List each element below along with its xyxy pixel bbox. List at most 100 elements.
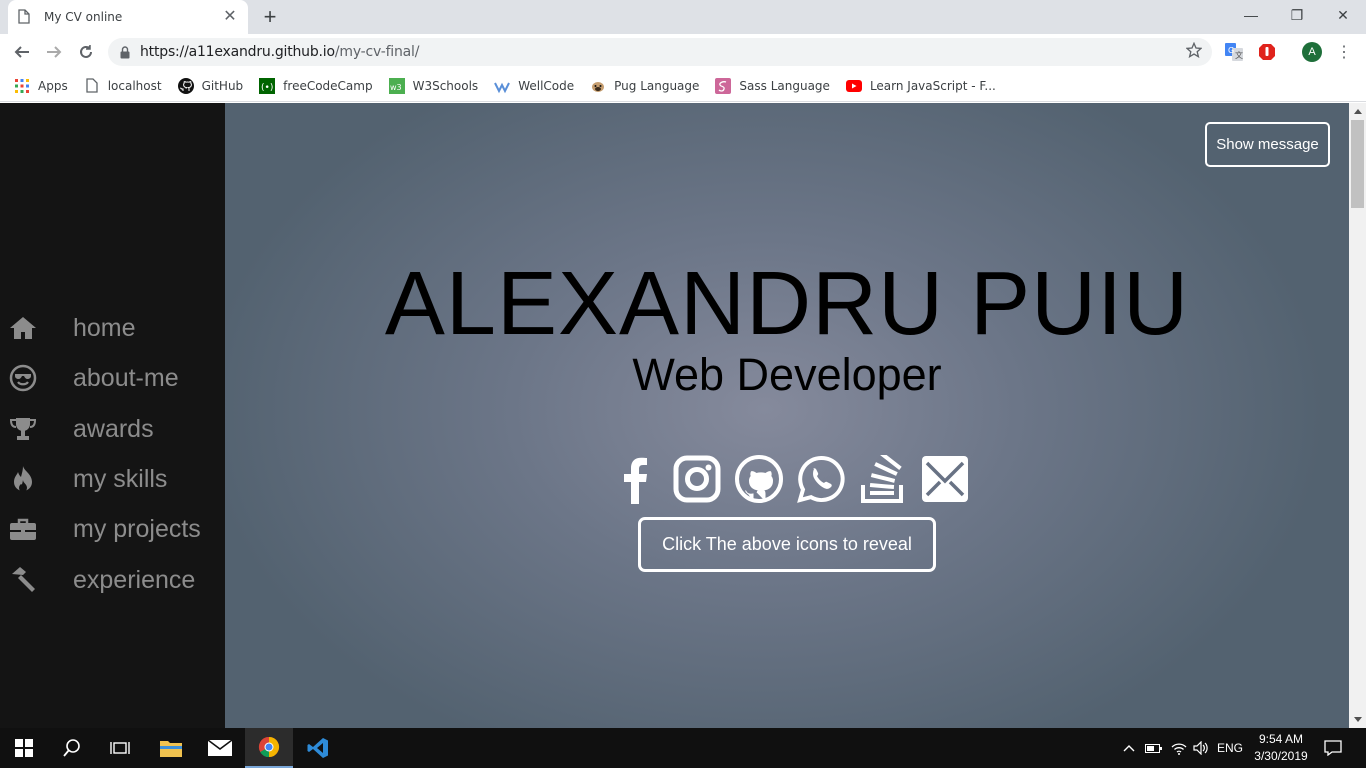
bookmark-label: Apps [38,78,68,93]
battery-icon[interactable] [1143,728,1165,768]
tab-strip: My CV online ✕ + — ❐ ✕ [0,0,1366,34]
search-button[interactable] [48,728,96,768]
bookmark-label: Pug Language [614,78,700,93]
back-arrow-icon [14,46,29,58]
clock-time: 9:54 AM [1258,732,1304,746]
input-language[interactable]: ENG [1214,728,1246,768]
pug-icon [590,78,606,94]
taskbar-file-explorer[interactable] [147,728,195,768]
url-path: /my-cv-final/ [334,44,420,60]
forward-button[interactable] [42,40,66,64]
sidebar-item-label: my skills [73,464,168,493]
bookmark-localhost[interactable]: localhost [84,78,162,94]
tab-title: My CV online [44,10,123,24]
social-links [611,453,971,505]
folder-icon [160,741,182,757]
mail-app-icon [208,740,232,756]
bookmark-freecodecamp[interactable]: (•) freeCodeCamp [259,77,373,94]
sidebar-item-experience[interactable]: experience [0,560,225,600]
sidebar-item-about-me[interactable]: about-me [0,358,225,398]
browser-tab[interactable]: My CV online ✕ [8,0,248,34]
translate-extension-icon[interactable]: G文 [1224,42,1244,62]
clock-date: 3/30/2019 [1254,749,1308,763]
reveal-icons-button[interactable]: Click The above icons to reveal [638,517,936,572]
hero-name: ALEXANDRU PUIU [384,254,1190,354]
volume-icon[interactable] [1190,728,1212,768]
taskbar-chrome[interactable] [245,728,293,768]
fire-icon [9,465,37,493]
bookmark-wellcode[interactable]: WellCode [494,78,574,94]
close-window-button[interactable]: ✕ [1320,0,1366,30]
page-viewport: home about-me awards my skills my projec… [0,103,1366,728]
hero-section: Show message ALEXANDRU PUIU Web Develope… [225,103,1349,728]
bookmark-apps[interactable]: Apps [14,78,68,94]
browser-menu-icon[interactable]: ⋮ [1336,42,1352,62]
windows-logo-icon [15,739,33,757]
bookmark-label: GitHub [201,78,244,93]
home-icon [9,314,37,342]
bookmark-label: localhost [107,78,162,93]
close-tab-icon[interactable]: ✕ [222,9,238,25]
page-icon [84,78,100,94]
svg-text:w3: w3 [390,83,402,92]
instagram-icon[interactable] [673,453,721,505]
bookmark-w3schools[interactable]: w3 W3Schools [388,77,478,94]
trophy-icon [9,415,37,443]
mail-icon[interactable] [921,453,969,505]
restore-button[interactable]: ❐ [1274,0,1320,30]
wifi-icon[interactable] [1168,728,1190,768]
taskbar-vscode[interactable] [294,728,342,768]
github-icon [177,77,194,94]
bookmark-github[interactable]: GitHub [177,77,244,94]
sidebar-nav: home about-me awards my skills my projec… [0,103,225,728]
stackoverflow-icon[interactable] [859,453,907,505]
sidebar-item-label: about-me [73,363,179,392]
apps-grid-icon [14,78,30,94]
task-view-button[interactable] [96,728,144,768]
taskbar-mail[interactable] [196,728,244,768]
adblock-extension-icon[interactable] [1257,42,1277,62]
bookmark-learn-javascript[interactable]: Learn JavaScript - F... [845,78,996,94]
sass-icon [715,77,732,94]
scroll-up-arrow-icon[interactable] [1349,103,1366,120]
bookmark-label: WellCode [518,78,575,93]
browser-toolbar: https://a11exandru.github.io/my-cv-final… [0,34,1366,70]
reload-button[interactable] [74,40,98,64]
facebook-icon[interactable] [611,453,659,505]
notifications-icon[interactable] [1320,728,1346,768]
url-host: https://a11exandru.github.io [140,44,335,60]
sidebar-item-home[interactable]: home [0,308,225,348]
bookmark-star-icon[interactable] [1186,42,1202,58]
svg-text:文: 文 [1235,50,1243,60]
sidebar-item-label: awards [73,414,154,443]
scroll-thumb[interactable] [1351,120,1364,208]
show-message-button[interactable]: Show message [1205,122,1330,167]
chrome-icon [258,736,280,758]
lock-icon [120,45,130,59]
sidebar-item-label: my projects [73,514,201,543]
bookmark-pug[interactable]: Pug Language [590,78,699,94]
forward-arrow-icon [47,46,62,58]
bookmark-label: Sass Language [739,78,830,93]
github-icon[interactable] [735,453,783,505]
tray-expand-icon[interactable] [1120,728,1138,768]
page-icon [18,9,32,25]
address-bar[interactable]: https://a11exandru.github.io/my-cv-final… [108,38,1212,66]
taskbar-clock[interactable]: 9:54 AM 3/30/2019 [1244,731,1318,765]
briefcase-icon [9,515,37,543]
vscode-icon [307,738,328,758]
back-button[interactable] [10,40,34,64]
page-scrollbar[interactable] [1349,103,1366,728]
sidebar-item-my-skills[interactable]: my skills [0,459,225,499]
profile-avatar[interactable]: A [1302,42,1322,62]
scroll-down-arrow-icon[interactable] [1349,711,1366,728]
minimize-button[interactable]: — [1228,0,1274,30]
url-text: https://a11exandru.github.io/my-cv-final… [140,44,419,60]
sidebar-item-awards[interactable]: awards [0,409,225,449]
sidebar-item-my-projects[interactable]: my projects [0,509,225,549]
bookmark-sass[interactable]: Sass Language [715,77,830,94]
new-tab-button[interactable]: + [258,5,282,29]
whatsapp-icon[interactable] [797,453,845,505]
task-view-icon [110,742,130,754]
start-button[interactable] [0,728,48,768]
